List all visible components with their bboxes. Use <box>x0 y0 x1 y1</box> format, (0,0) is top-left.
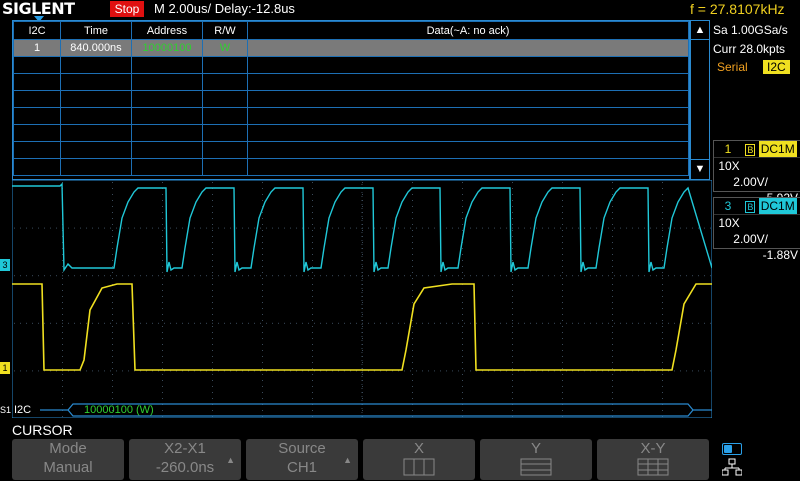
y-cursor-icon <box>520 458 552 476</box>
vertical-offset: -1.88V <box>762 248 798 262</box>
frequency-readout: f = 27.8107kHz <box>690 1 785 17</box>
coupling-badge: DC1M <box>758 198 797 214</box>
channel-number: 3 <box>724 199 732 213</box>
memory-depth: Curr 28.0kpts <box>713 42 786 56</box>
adjust-knob-icon: ▲ <box>226 455 235 465</box>
decode-table[interactable]: I2C Time Address R/W Data(~A: no ack) 1 … <box>12 20 690 180</box>
softkey-label: Source <box>278 440 326 457</box>
softkey-y[interactable]: Y <box>480 439 592 480</box>
channel-3-offset-marker[interactable]: 3 <box>0 259 10 271</box>
col-time: Time <box>60 21 132 40</box>
serial-protocol-badge: I2C <box>763 60 790 74</box>
table-row <box>13 158 689 176</box>
graticule-border <box>12 180 712 418</box>
softkey-value: -260.0ns <box>155 459 215 476</box>
network-icon <box>722 458 742 476</box>
softkey-x[interactable]: X <box>363 439 475 480</box>
softkey-x-y[interactable]: X-Y <box>597 439 709 480</box>
acquisition-info: Sa 1.00GSa/s Curr 28.0kpts <box>713 20 800 60</box>
bus-marker: S1 <box>0 405 12 415</box>
serial-label: Serial <box>717 60 748 74</box>
vertical-scale: 2.00V/ <box>733 175 768 189</box>
decode-bus-label: I2C <box>14 404 32 416</box>
channel-1-info[interactable]: 1 B DC1M 10X 2.00V/ -5.92V <box>713 140 800 205</box>
softkey-label: X2-X1 <box>164 440 206 457</box>
table-row <box>13 107 689 125</box>
table-row <box>13 73 689 91</box>
table-row <box>13 90 689 108</box>
row-address: 10000100 <box>131 39 203 57</box>
softkey-value: Manual <box>43 459 93 476</box>
xy-cursor-icon <box>637 458 669 476</box>
run-stop-indicator[interactable]: Stop <box>110 1 144 17</box>
probe-ratio: 10X <box>718 216 740 230</box>
bandwidth-badge: B <box>745 201 756 213</box>
scroll-up-icon[interactable]: ▲ <box>691 21 709 40</box>
timebase-readout[interactable]: M 2.00us/ Delay:-12.8us <box>154 1 295 17</box>
bandwidth-badge: B <box>745 144 756 156</box>
decode-table-header: I2C Time Address R/W Data(~A: no ack) <box>13 21 689 40</box>
table-scrollbar[interactable]: ▲ ▼ <box>690 20 710 180</box>
decode-bus-value: 10000100 (W) <box>84 404 154 416</box>
adjust-knob-icon: ▲ <box>343 455 352 465</box>
softkey-mode[interactable]: Mode Manual <box>12 439 124 480</box>
toggle-icon[interactable] <box>722 443 742 455</box>
channel-1-offset-marker[interactable]: 1 <box>0 362 10 374</box>
softkey-source[interactable]: Source CH1 ▲ <box>246 439 358 480</box>
col-i2c: I2C <box>13 21 61 40</box>
scroll-down-icon[interactable]: ▼ <box>691 159 709 178</box>
probe-ratio: 10X <box>718 159 740 173</box>
softkey-label: X-Y <box>640 440 666 457</box>
col-data: Data(~A: no ack) <box>247 21 689 40</box>
softkey-label: Y <box>530 440 541 457</box>
serial-indicator[interactable]: Serial I2C <box>713 60 800 78</box>
col-rw: R/W <box>202 21 248 40</box>
row-data <box>247 39 689 57</box>
vertical-scale: 2.00V/ <box>733 232 768 246</box>
x-cursor-icon <box>403 458 435 476</box>
coupling-badge: DC1M <box>758 141 797 157</box>
softkey-x2-x1[interactable]: X2-X1 -260.0ns ▲ <box>129 439 241 480</box>
menu-title: CURSOR <box>12 422 73 438</box>
col-address: Address <box>131 21 203 40</box>
timebase-value: M 2.00us/ <box>154 1 212 16</box>
table-row <box>13 56 689 74</box>
waveform-display[interactable] <box>12 180 712 418</box>
table-row <box>13 141 689 159</box>
softkey-value: CH1 <box>286 459 317 476</box>
channel-number: 1 <box>724 142 732 156</box>
row-rw: W <box>202 39 248 57</box>
softkey-label: Mode <box>49 440 87 457</box>
table-row <box>13 124 689 142</box>
sample-rate: Sa 1.00GSa/s <box>713 23 788 37</box>
row-index: 1 <box>13 39 61 57</box>
table-row[interactable]: 1 840.000ns 10000100 W <box>13 39 689 57</box>
delay-value: Delay:-12.8us <box>214 1 295 16</box>
channel-3-info[interactable]: 3 B DC1M 10X 2.00V/ -1.88V <box>713 197 800 262</box>
row-time: 840.000ns <box>60 39 132 57</box>
softkey-label: X <box>413 440 424 457</box>
